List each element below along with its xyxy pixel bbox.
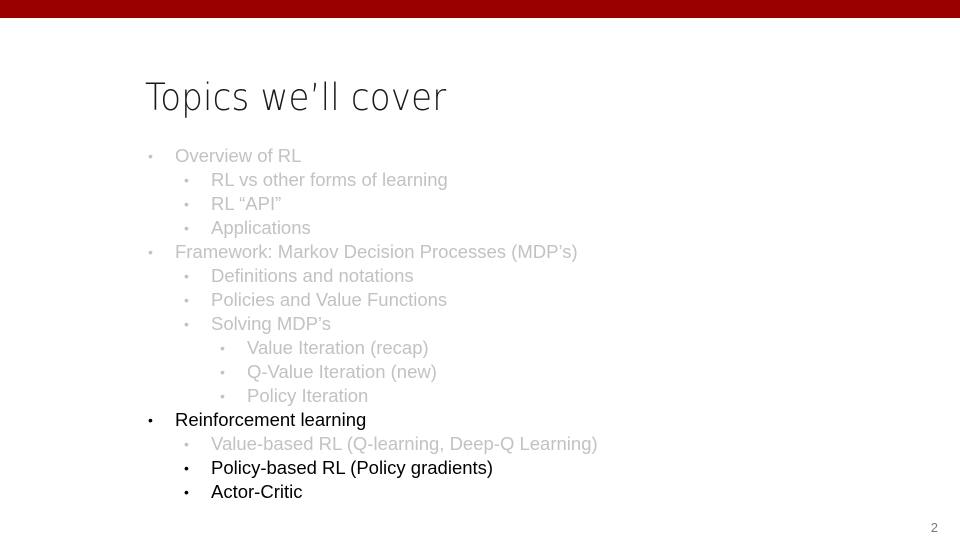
bullet-icon: • <box>184 484 189 500</box>
topic-text: RL vs other forms of learning <box>211 169 448 190</box>
bullet-icon: • <box>220 388 225 404</box>
topic-text: Value-based RL (Q-learning, Deep-Q Learn… <box>211 433 598 454</box>
bullet-icon: • <box>148 148 153 164</box>
bullet-icon: • <box>184 220 189 236</box>
topic-text: Overview of RL <box>175 145 302 166</box>
topic-text: Value Iteration (recap) <box>247 337 429 358</box>
bullet-icon: • <box>184 268 189 284</box>
bullet-icon: • <box>148 244 153 260</box>
topic-text: Applications <box>211 217 311 238</box>
topic-text: RL “API” <box>211 193 282 214</box>
topic-text: Solving MDP’s <box>211 313 331 334</box>
topic-text: Reinforcement learning <box>175 409 367 430</box>
bullet-icon: • <box>184 172 189 188</box>
bullet-icon: • <box>220 340 225 356</box>
topic-text: Framework: Markov Decision Processes (MD… <box>175 241 578 262</box>
topic-text: Q-Value Iteration (new) <box>247 361 437 382</box>
topic-text: Policy-based RL (Policy gradients) <box>211 457 494 478</box>
header-accent-bar <box>0 0 960 18</box>
bullet-icon: • <box>220 364 225 380</box>
bullet-icon: • <box>184 460 189 476</box>
topic-text: Policies and Value Functions <box>211 289 448 310</box>
topic-text: Definitions and notations <box>211 265 414 286</box>
bullet-icon: • <box>184 436 189 452</box>
bullet-icon: • <box>184 292 189 308</box>
topic-text: Actor-Critic <box>211 481 303 502</box>
page-number: 2 <box>930 520 938 535</box>
slide-title: Topics we’ll cover <box>145 76 447 119</box>
bullet-icon: • <box>148 412 153 428</box>
bullet-icon: • <box>184 316 189 332</box>
bullet-icon: • <box>184 196 189 212</box>
topic-text: Policy Iteration <box>247 385 369 406</box>
